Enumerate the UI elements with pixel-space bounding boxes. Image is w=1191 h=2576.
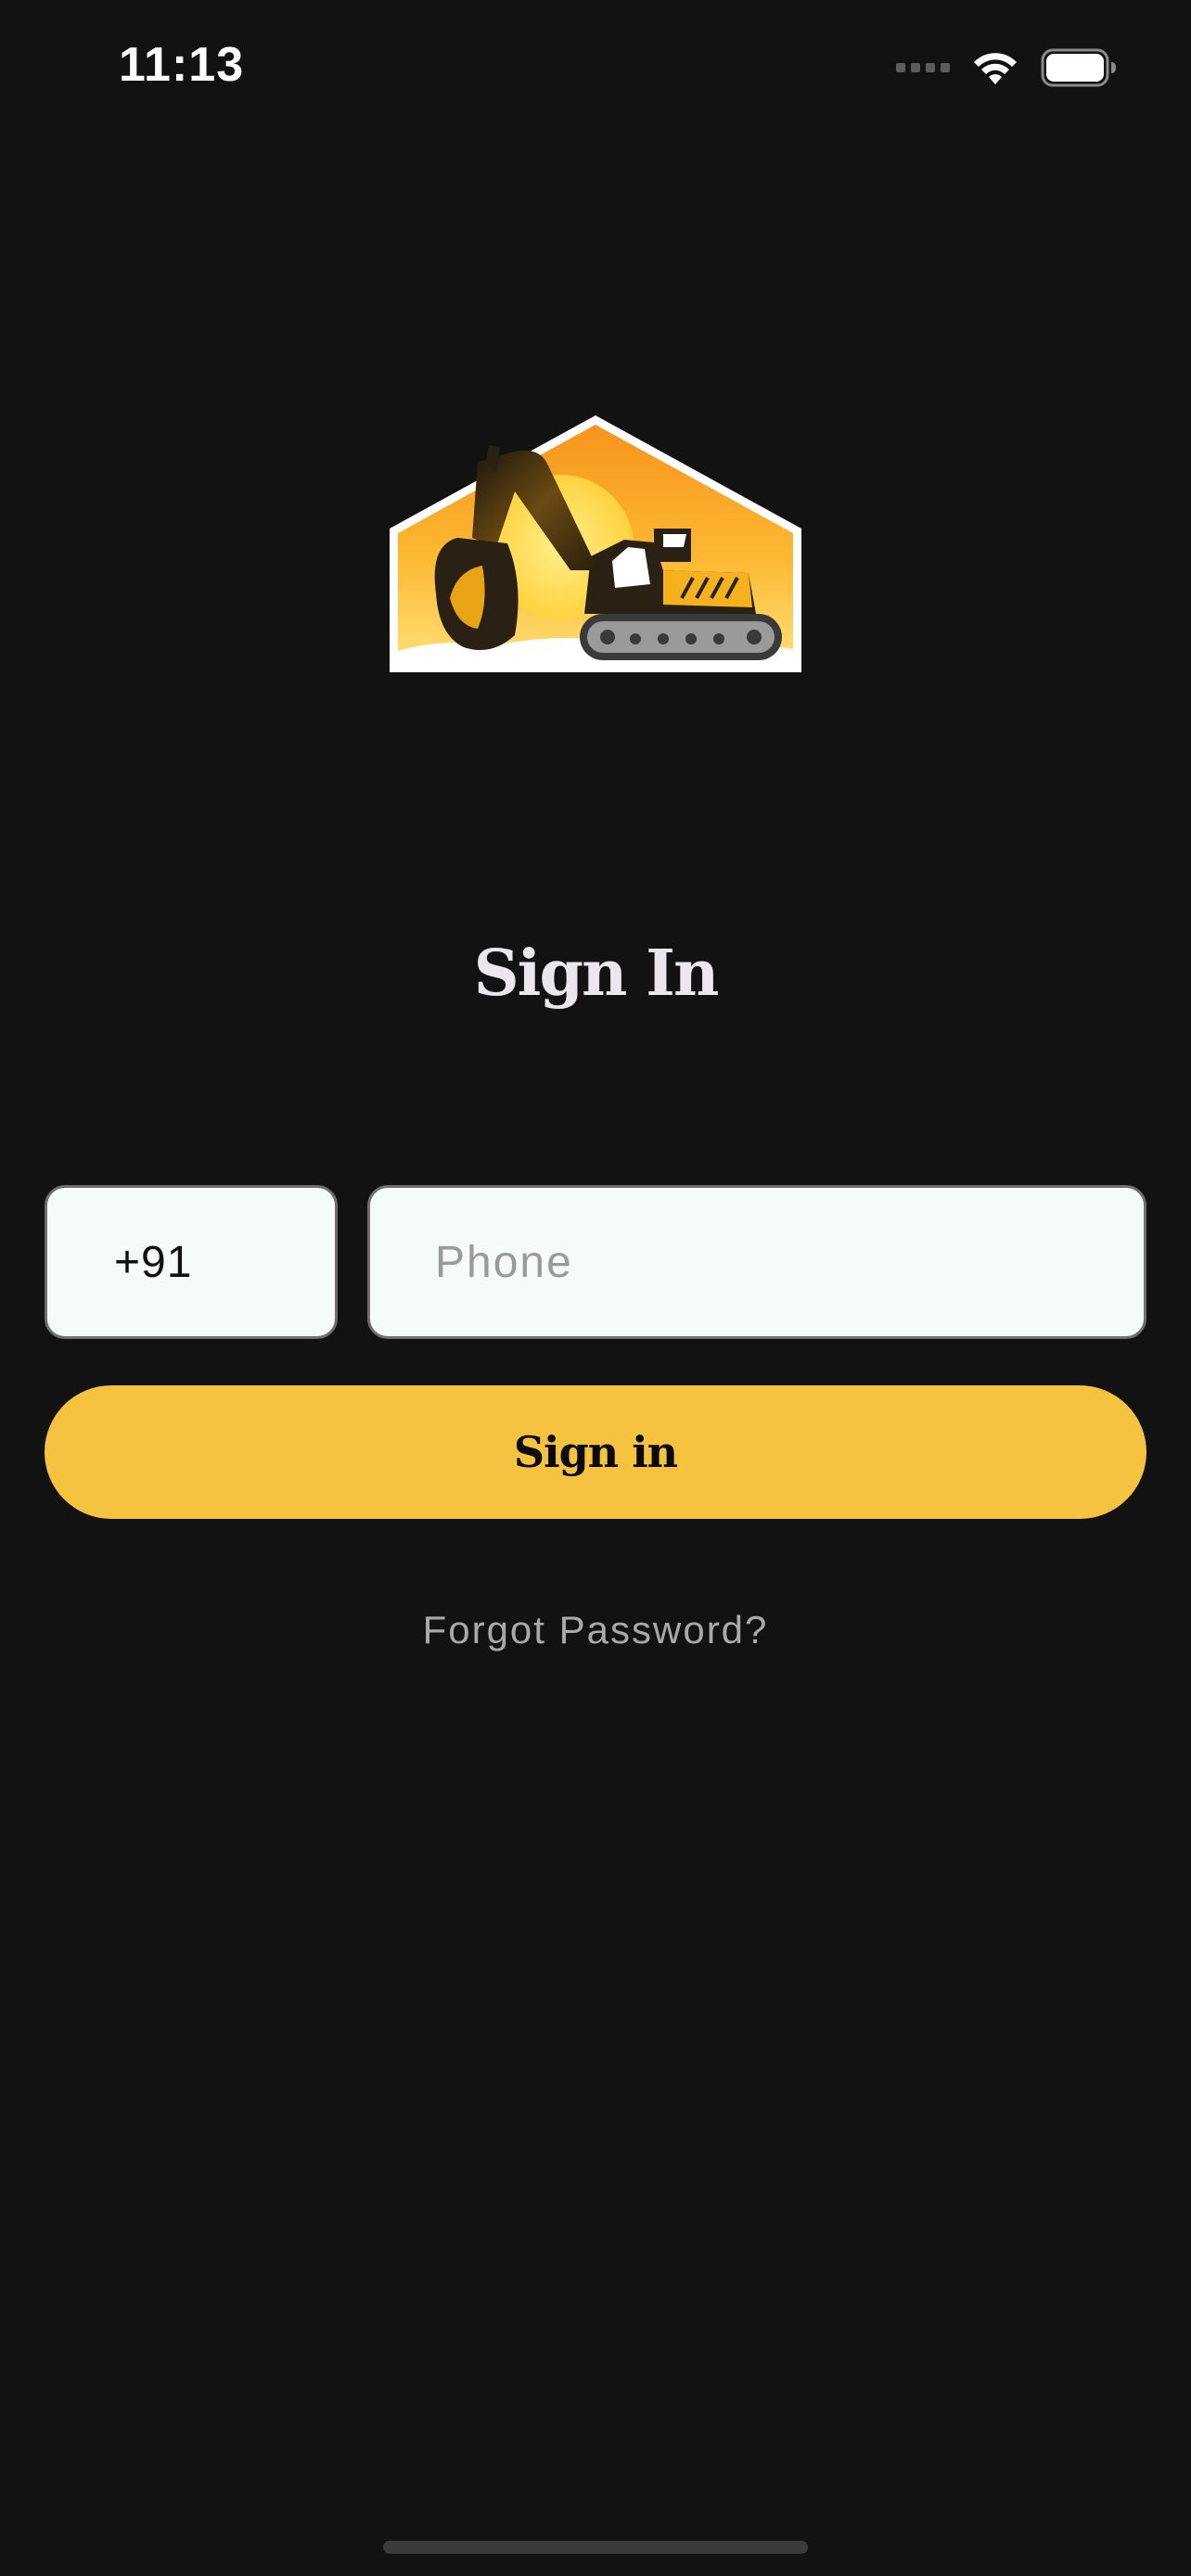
country-code-selector[interactable]: +91 (45, 1185, 338, 1339)
excavator-logo (390, 415, 801, 672)
sign-in-screen: 11:13 Sign In +91 Phone Sign in Forgot P… (0, 0, 1191, 2576)
battery-icon (1041, 48, 1116, 87)
sign-in-button[interactable]: Sign in (45, 1385, 1146, 1519)
wifi-icon (974, 53, 1017, 84)
home-indicator[interactable] (383, 2541, 808, 2554)
cellular-signal-icon (896, 63, 950, 72)
phone-input[interactable] (367, 1185, 1146, 1339)
forgot-password-link[interactable]: Forgot Password? (0, 1608, 1191, 1652)
status-icons (896, 45, 1117, 91)
page-title: Sign In (473, 937, 720, 1011)
status-time: 11:13 (119, 38, 245, 92)
